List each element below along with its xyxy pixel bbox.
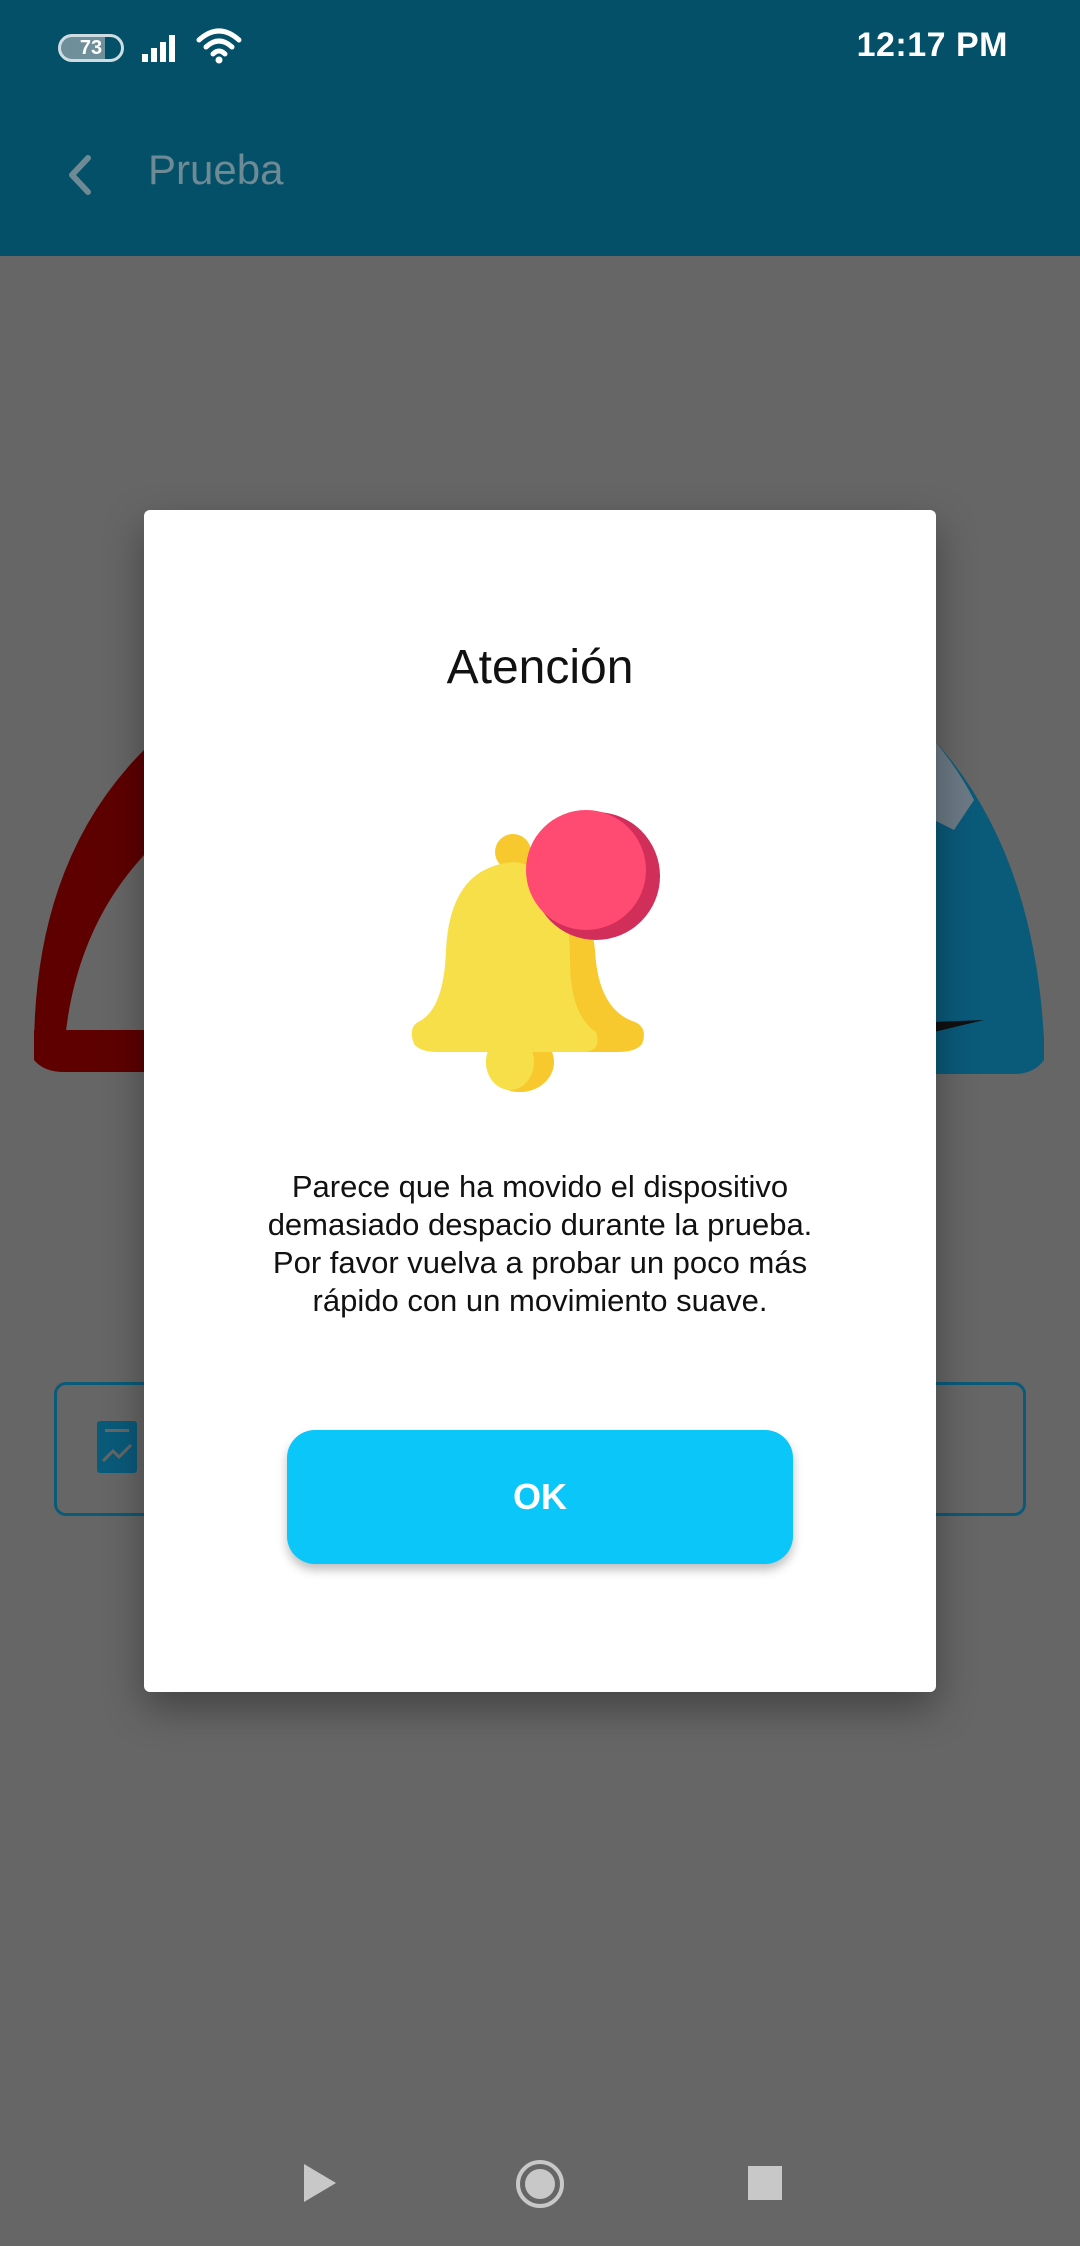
nav-home-icon[interactable] [514, 2158, 566, 2210]
attention-dialog: Atención Parece que ha movido el disposi… [144, 510, 936, 1692]
page-title: Prueba [148, 146, 284, 193]
status-time: 12:17 PM [856, 26, 1008, 64]
nav-back-icon[interactable] [302, 2162, 338, 2204]
wifi-icon [196, 28, 242, 64]
bell-notification-icon [411, 810, 660, 1092]
dialog-title: Atención [446, 641, 634, 694]
app-bar: Prueba [0, 96, 1080, 256]
back-arrow-icon[interactable] [60, 150, 104, 200]
dialog-message: Parece que ha movido el dispositivo dema… [267, 1169, 813, 1318]
status-bar: 73 12:17 PM [0, 0, 1080, 96]
navigation-bar [0, 2130, 1080, 2246]
signal-icon [142, 35, 175, 62]
ok-button[interactable]: OK [287, 1430, 793, 1564]
report-chart-icon [97, 1421, 137, 1473]
battery-icon: 73 [58, 34, 124, 62]
battery-level: 73 [79, 37, 103, 59]
nav-recents-icon[interactable] [748, 2166, 782, 2200]
